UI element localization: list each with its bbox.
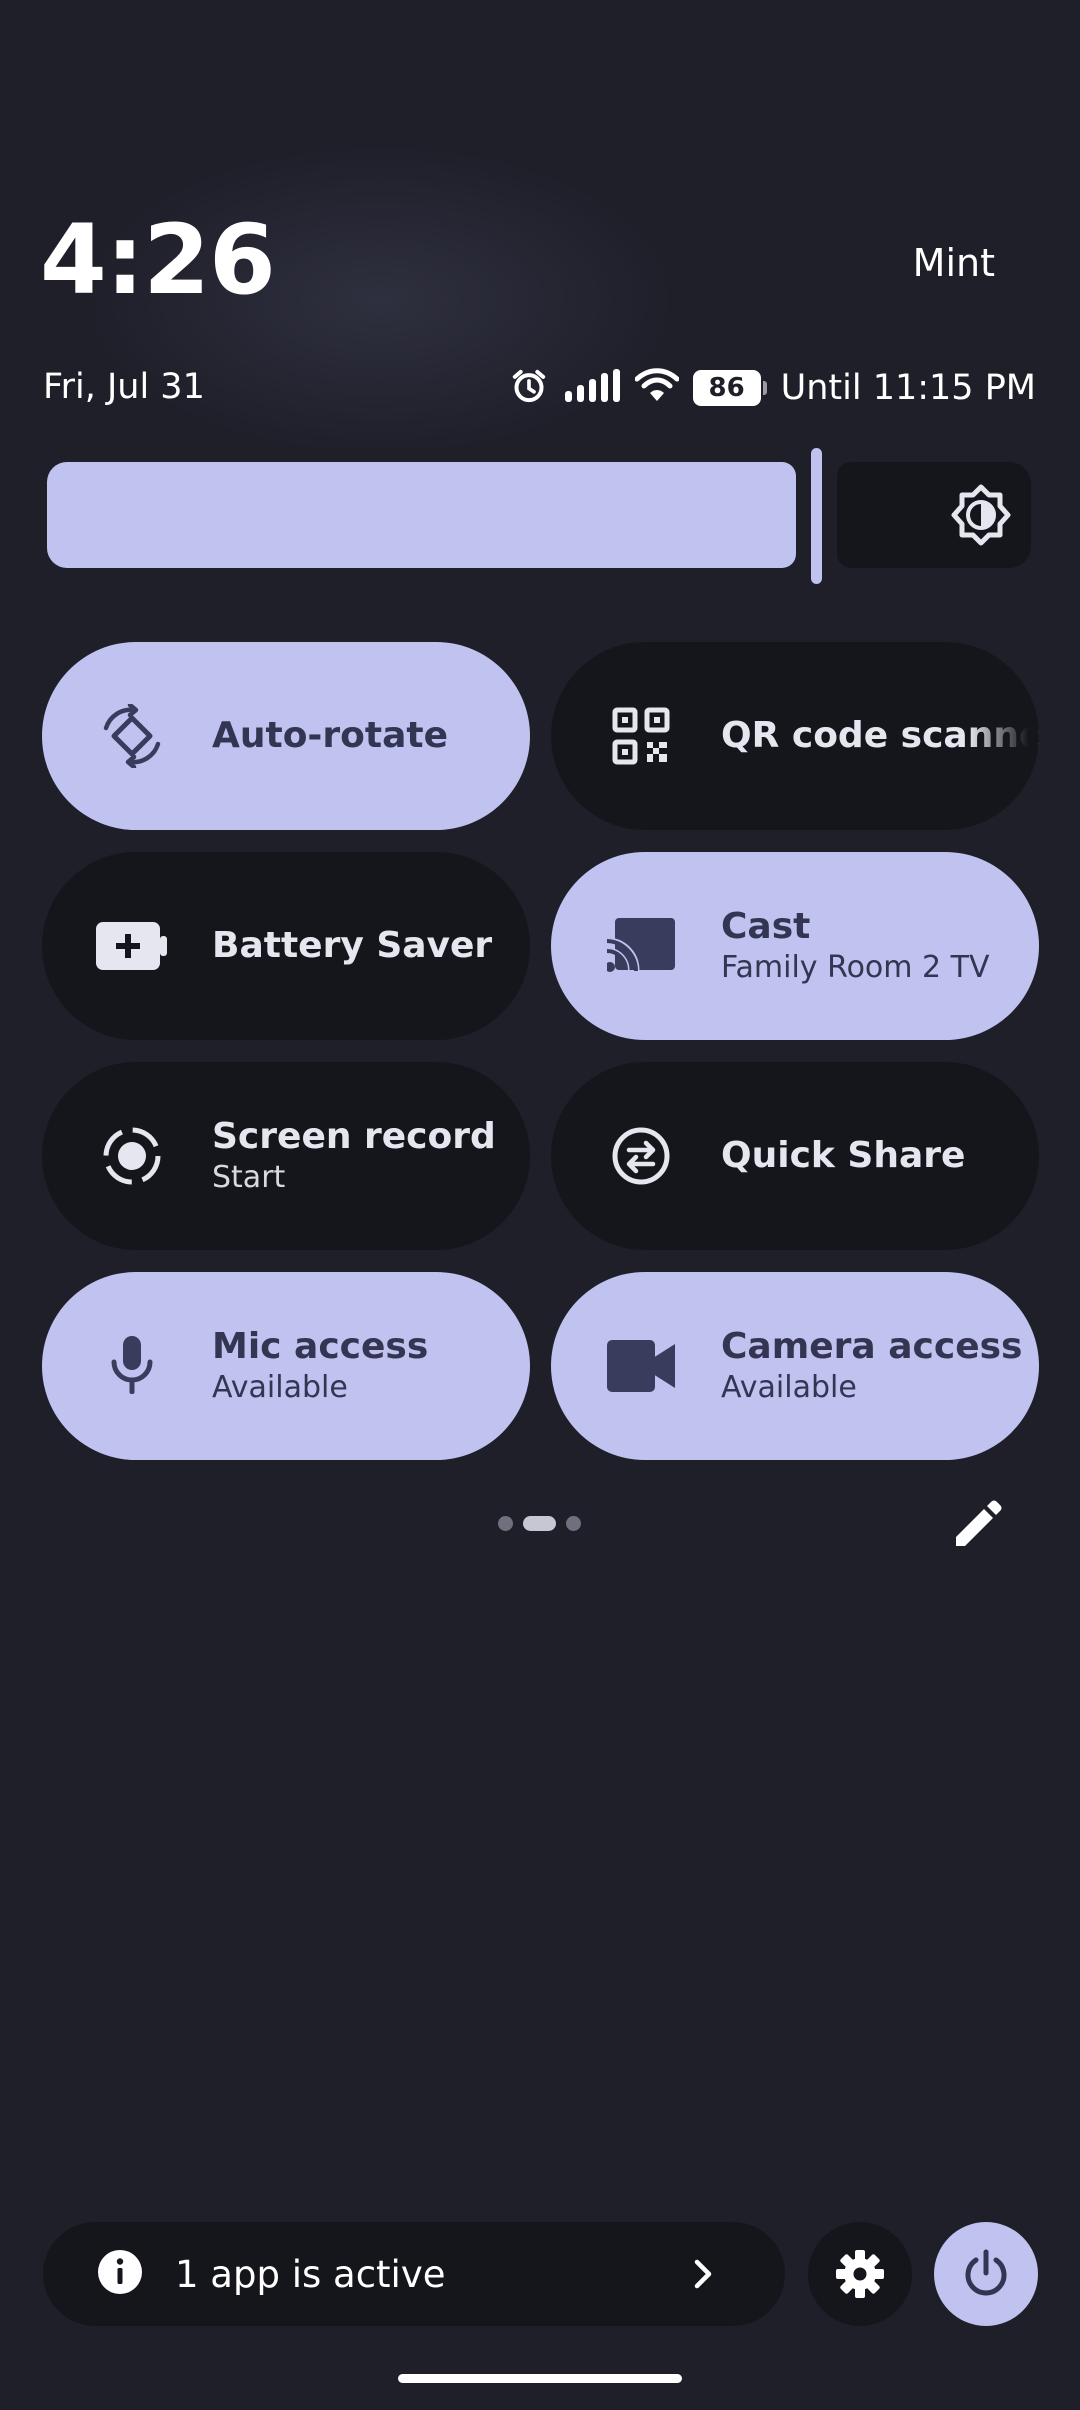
tile-sublabel: Family Room 2 TV bbox=[721, 949, 990, 985]
signal-icon bbox=[563, 369, 621, 407]
brightness-slider[interactable] bbox=[47, 448, 1031, 584]
page-dot bbox=[566, 1516, 581, 1531]
tile-sublabel: Available bbox=[212, 1369, 348, 1405]
page-indicator bbox=[498, 1516, 581, 1531]
brightness-icon bbox=[951, 484, 1011, 546]
tile-label: Screen record bbox=[212, 1116, 496, 1158]
tile-sublabel: Available bbox=[721, 1369, 857, 1405]
tile-auto-rotate[interactable]: Auto-rotate bbox=[42, 642, 530, 830]
tile-label: Mic access bbox=[212, 1326, 429, 1368]
tile-camera-access[interactable]: Camera access Available bbox=[551, 1272, 1039, 1460]
active-apps-label: 1 app is active bbox=[175, 2252, 446, 2296]
brightness-fill bbox=[47, 462, 796, 568]
qr-code-icon bbox=[605, 700, 677, 772]
quick-share-icon bbox=[605, 1120, 677, 1192]
power-icon bbox=[965, 2249, 1007, 2296]
brightness-handle[interactable] bbox=[811, 448, 822, 584]
info-icon bbox=[97, 2249, 143, 2299]
camera-icon bbox=[605, 1330, 677, 1402]
clock[interactable]: 4:26 bbox=[40, 212, 276, 308]
chevron-right-icon bbox=[694, 2259, 712, 2289]
power-button[interactable] bbox=[934, 2222, 1038, 2326]
alarm-icon bbox=[509, 366, 549, 410]
tile-quick-share[interactable]: Quick Share bbox=[551, 1062, 1039, 1250]
battery-saver-icon bbox=[96, 910, 168, 982]
edit-icon[interactable] bbox=[948, 1498, 1004, 1554]
status-icons: 86 Until 11:15 PM bbox=[509, 364, 1036, 412]
screen-record-icon bbox=[96, 1120, 168, 1192]
brightness-track[interactable] bbox=[837, 462, 1031, 568]
tile-label: Auto-rotate bbox=[212, 715, 448, 757]
page-dot-active bbox=[523, 1516, 556, 1531]
tile-fade bbox=[969, 642, 1039, 830]
tile-cast[interactable]: Cast Family Room 2 TV bbox=[551, 852, 1039, 1040]
gear-icon bbox=[836, 2250, 884, 2298]
tile-label: Cast bbox=[721, 906, 811, 948]
cast-icon bbox=[605, 910, 677, 982]
page-dot bbox=[498, 1516, 513, 1531]
tile-label: Camera access bbox=[721, 1326, 1023, 1368]
battery-until-label: Until 11:15 PM bbox=[780, 367, 1036, 408]
mic-icon bbox=[96, 1330, 168, 1402]
tile-label: Quick Share bbox=[721, 1135, 966, 1177]
tile-label: Battery Saver bbox=[212, 925, 493, 967]
settings-button[interactable] bbox=[808, 2222, 912, 2326]
battery-indicator: 86 bbox=[692, 370, 767, 406]
wifi-icon bbox=[634, 368, 680, 408]
tile-qr-code-scanner[interactable]: QR code scanner bbox=[551, 642, 1039, 830]
background-glow bbox=[0, 0, 1080, 700]
carrier-label: Mint bbox=[912, 241, 995, 285]
tile-mic-access[interactable]: Mic access Available bbox=[42, 1272, 530, 1460]
tile-screen-record[interactable]: Screen record Start bbox=[42, 1062, 530, 1250]
date[interactable]: Fri, Jul 31 bbox=[43, 370, 205, 405]
tile-battery-saver[interactable]: Battery Saver bbox=[42, 852, 530, 1040]
auto-rotate-icon bbox=[96, 700, 168, 772]
home-indicator[interactable] bbox=[398, 2374, 682, 2383]
tile-sublabel: Start bbox=[212, 1159, 286, 1195]
active-apps-button[interactable]: 1 app is active bbox=[43, 2222, 785, 2326]
